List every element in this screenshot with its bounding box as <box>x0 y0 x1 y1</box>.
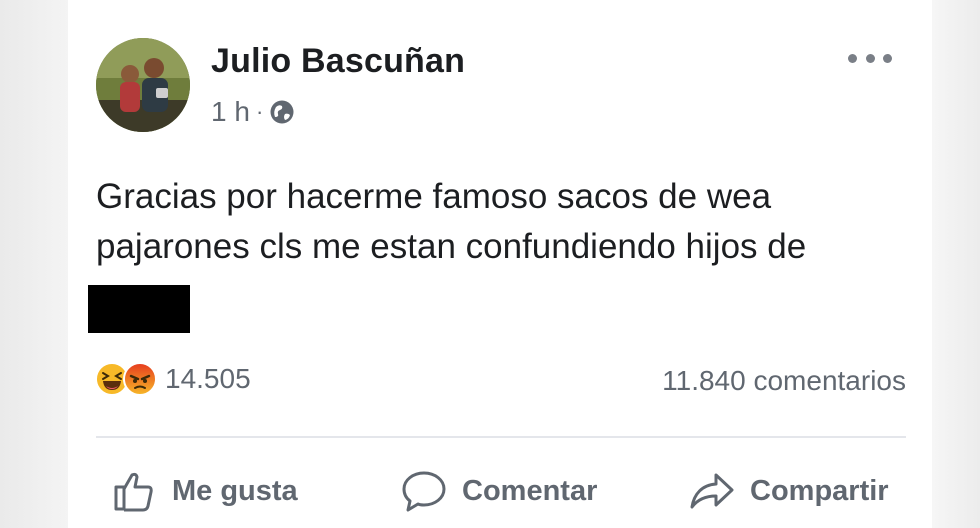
redaction-box <box>88 285 190 333</box>
comment-button[interactable]: Comentar <box>400 462 597 520</box>
more-dot <box>865 53 875 63</box>
like-button[interactable]: Me gusta <box>110 462 298 520</box>
post-text: Gracias por hacerme famoso sacos de wea … <box>96 172 896 272</box>
background-left-strip <box>0 0 70 528</box>
post-text-line: Gracias por hacerme famoso sacos de wea <box>96 177 772 216</box>
avatar-photo <box>96 38 190 132</box>
more-dot <box>883 53 892 63</box>
like-label: Me gusta <box>172 474 298 507</box>
more-options-icon[interactable] <box>848 48 892 68</box>
comments-count[interactable]: 11.840 comentarios <box>662 365 906 397</box>
reactions-summary[interactable]: 14.505 <box>95 362 251 396</box>
background-right-strip <box>932 0 980 528</box>
post-text-line: pajarones cls me estan confundiendo hijo… <box>96 227 807 266</box>
thumbs-up-icon <box>114 472 153 512</box>
divider <box>96 436 906 438</box>
more-dot <box>848 53 857 63</box>
author-name[interactable]: Julio Bascuñan <box>211 42 465 81</box>
action-bar: Me gusta Comentar Compartir <box>96 462 906 522</box>
post-time[interactable]: 1 h <box>211 96 250 128</box>
share-label: Compartir <box>750 474 889 507</box>
post-meta: 1 h · <box>211 96 295 128</box>
share-arrow-icon <box>690 473 734 509</box>
reactions-count: 14.505 <box>165 363 251 394</box>
comment-bubble-icon <box>402 471 446 512</box>
share-button[interactable]: Compartir <box>688 462 889 520</box>
angry-reaction-icon <box>123 362 157 396</box>
avatar[interactable] <box>96 38 190 132</box>
globe-icon <box>269 99 295 125</box>
post-card: Julio Bascuñan 1 h · Gracias por hacerme… <box>68 0 932 528</box>
meta-separator: · <box>255 99 264 124</box>
comment-label: Comentar <box>462 474 598 507</box>
